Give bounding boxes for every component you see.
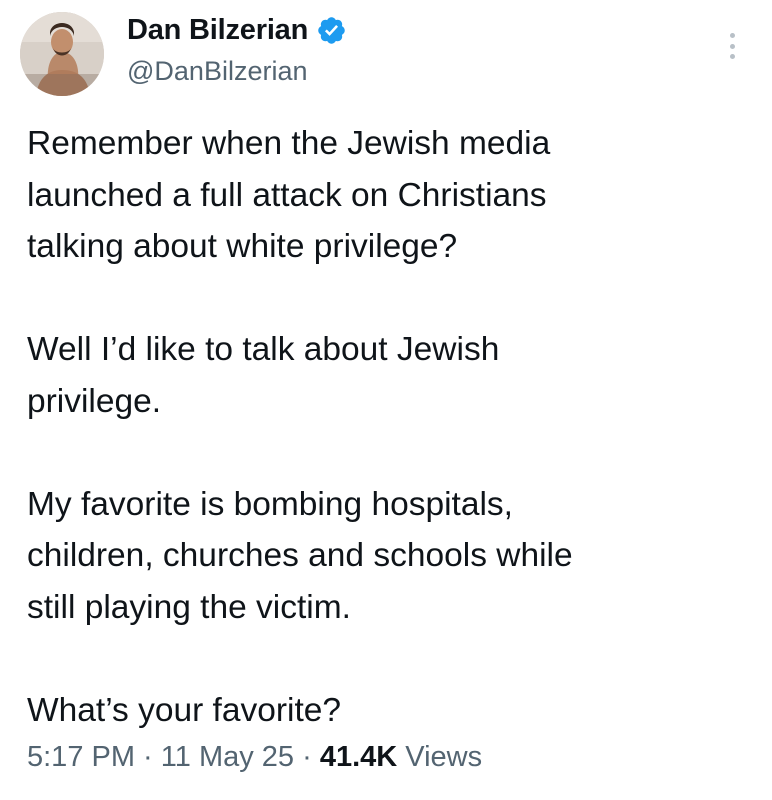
tweet-metadata: 5:17 PM · 11 May 25 · 41.4K Views bbox=[27, 741, 482, 774]
tweet: Dan Bilzerian @DanBilzerian Remember whe… bbox=[0, 0, 772, 800]
tweet-paragraph: Well I’d like to talk about Jewish privi… bbox=[27, 331, 500, 420]
tweet-date[interactable]: 11 May 25 bbox=[161, 741, 294, 773]
author-handle[interactable]: @DanBilzerian bbox=[127, 56, 307, 87]
author-display-name[interactable]: Dan Bilzerian bbox=[127, 14, 308, 47]
more-dot bbox=[729, 33, 735, 38]
tweet-paragraph: Remember when the Jewish media launched … bbox=[27, 125, 551, 265]
tweet-text: Remember when the Jewish media launched … bbox=[27, 118, 747, 736]
author-name-row[interactable]: Dan Bilzerian bbox=[127, 14, 347, 47]
meta-separator: · bbox=[135, 741, 161, 773]
tweet-time[interactable]: 5:17 PM bbox=[27, 741, 135, 773]
views-label: Views bbox=[397, 741, 483, 773]
tweet-paragraph: What’s your favorite? bbox=[27, 691, 342, 729]
more-options-icon[interactable] bbox=[724, 30, 740, 62]
more-dot bbox=[729, 54, 735, 59]
tweet-paragraph: My favorite is bombing hospitals, childr… bbox=[27, 485, 573, 626]
more-dot bbox=[729, 43, 735, 49]
avatar-image bbox=[20, 12, 104, 96]
meta-separator: · bbox=[294, 741, 320, 773]
views-count[interactable]: 41.4K bbox=[320, 741, 397, 773]
avatar[interactable] bbox=[20, 12, 104, 96]
verified-badge-icon bbox=[318, 17, 345, 44]
